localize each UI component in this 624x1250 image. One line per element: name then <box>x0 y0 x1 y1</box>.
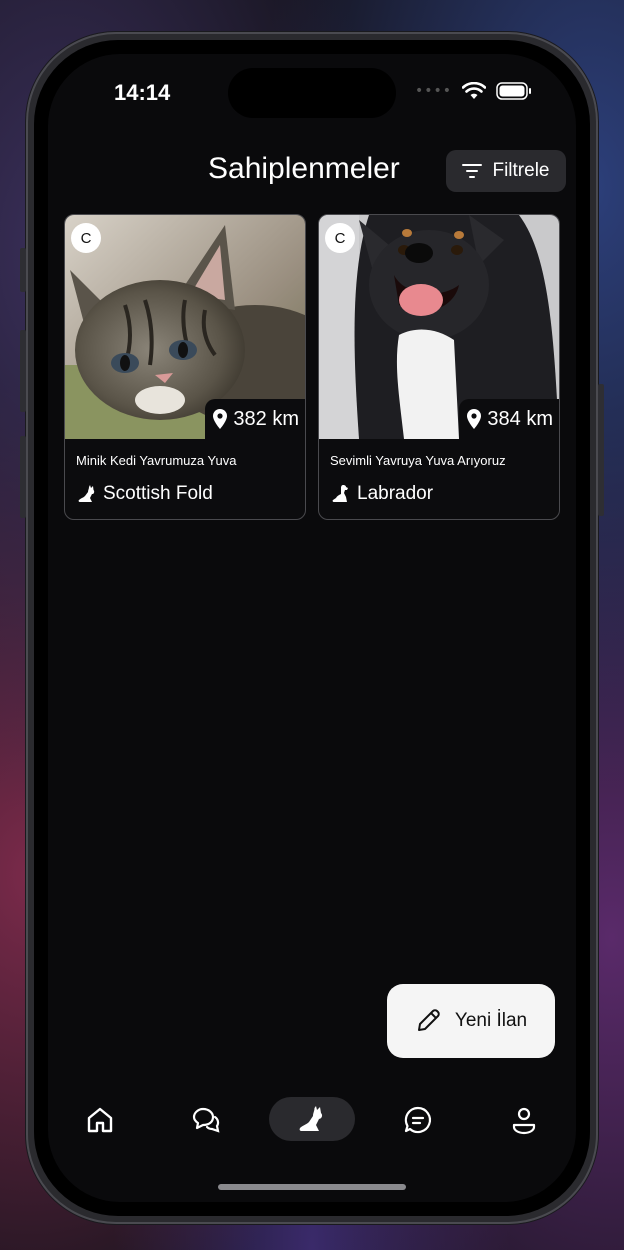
status-icons: •••• <box>415 82 532 100</box>
listing-card[interactable]: C 382 km Minik Kedi Yavrumuza Yuva Scott… <box>64 214 306 520</box>
filter-icon <box>462 164 483 178</box>
tab-profile[interactable] <box>498 1094 550 1146</box>
status-time: 14:14 <box>114 80 171 105</box>
pencil-icon <box>417 1009 440 1031</box>
distance-text: 384 km <box>487 407 553 430</box>
dog-icon <box>332 485 348 502</box>
signal-dots-icon: •••• <box>414 83 452 99</box>
chat-bubbles-icon <box>192 1107 220 1133</box>
battery-icon <box>496 82 531 100</box>
cat-icon <box>299 1106 323 1131</box>
user-avatar[interactable]: C <box>71 223 101 253</box>
message-icon <box>404 1106 432 1134</box>
filter-button-label: Filtrele <box>492 160 550 181</box>
distance-text: 382 km <box>233 407 299 430</box>
listing-title: Minik Kedi Yavrumuza Yuva <box>76 453 237 468</box>
action-button <box>20 248 26 292</box>
user-avatar[interactable]: C <box>325 223 355 253</box>
listing-card[interactable]: C 384 km Sevimli Yavruya Yuva Arıyoruz L… <box>318 214 560 520</box>
home-icon <box>87 1107 113 1133</box>
profile-icon <box>512 1107 536 1135</box>
breed-text: Labrador <box>357 483 434 504</box>
power-button <box>598 384 604 516</box>
location-pin-icon <box>467 409 482 429</box>
dynamic-island <box>228 68 396 118</box>
page-title: Sahiplenmeler <box>208 152 400 185</box>
tab-adoptions[interactable] <box>269 1097 355 1141</box>
wifi-icon <box>462 82 486 99</box>
volume-down-button <box>20 436 26 518</box>
cat-icon <box>78 485 95 502</box>
listing-breed: Labrador <box>331 483 433 505</box>
breed-text: Scottish Fold <box>103 483 213 504</box>
listing-breed: Scottish Fold <box>77 483 213 505</box>
new-listing-label: Yeni İlan <box>454 1010 528 1031</box>
volume-up-button <box>20 330 26 412</box>
location-pin-icon <box>213 409 228 429</box>
tab-messages[interactable] <box>392 1094 444 1146</box>
distance-badge: 384 km <box>459 399 559 439</box>
bottom-tab-bar <box>48 1094 576 1146</box>
home-indicator[interactable] <box>218 1184 406 1190</box>
filter-button[interactable]: Filtrele <box>446 150 566 192</box>
tab-home[interactable] <box>74 1094 126 1146</box>
listing-title: Sevimli Yavruya Yuva Arıyoruz <box>330 453 506 468</box>
distance-badge: 382 km <box>205 399 305 439</box>
new-listing-button[interactable]: Yeni İlan <box>387 984 555 1058</box>
tab-chats[interactable] <box>180 1094 232 1146</box>
screen: 14:14 •••• Sahiplenmeler Filtrele C 382 … <box>48 54 576 1202</box>
